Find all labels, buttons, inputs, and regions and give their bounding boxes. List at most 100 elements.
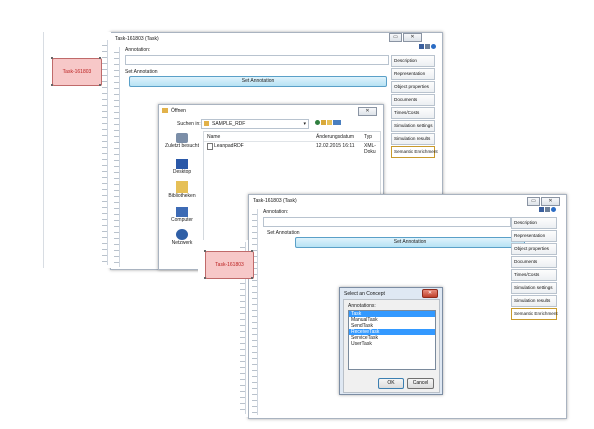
col-name-header[interactable]: Name	[207, 134, 220, 140]
tab-representation[interactable]: Representation	[391, 68, 435, 80]
front-window-controls: ▭ ✕	[527, 197, 560, 206]
folder-icon	[204, 121, 209, 126]
back-window-title: Task-161803 (Task)	[115, 36, 159, 42]
place-desktop[interactable]: Desktop	[163, 159, 201, 175]
tab-description[interactable]: Description	[511, 217, 557, 229]
node-handle	[251, 250, 253, 252]
front-set-annotation-button[interactable]: Set Annotation	[295, 237, 525, 248]
tab-object-properties[interactable]: Object properties	[391, 81, 435, 93]
info-icon[interactable]	[551, 207, 556, 212]
file-name: LeanpadRDF	[214, 143, 244, 149]
concept-dialog-body: Annotations: Task ManualTask SendTask Re…	[343, 299, 440, 393]
look-in-select[interactable]: SAMPLE_RDF ▾	[201, 119, 309, 129]
close-button[interactable]: ✕	[403, 33, 422, 42]
cancel-button[interactable]: Cancel	[407, 378, 434, 389]
concept-dialog-title: Select an Concept	[344, 291, 385, 297]
node-handle	[99, 84, 101, 86]
tab-representation[interactable]: Representation	[511, 230, 557, 242]
node-handle	[99, 57, 101, 59]
ok-button[interactable]: OK	[378, 378, 404, 389]
place-libraries[interactable]: Bibliotheken	[163, 181, 201, 199]
new-folder-icon[interactable]	[327, 120, 332, 125]
tab-documents[interactable]: Documents	[511, 256, 557, 268]
node-handle	[251, 277, 253, 279]
look-in-label: Suchen in:	[177, 121, 201, 127]
tab-simulation-results[interactable]: Simulation results	[511, 295, 557, 307]
node-handle	[204, 250, 206, 252]
tab-description[interactable]: Description	[391, 55, 435, 67]
tab-simulation-settings[interactable]: Simulation settings	[511, 282, 557, 294]
annotations-listbox[interactable]: Task ManualTask SendTask ReceiveTask Ser…	[348, 310, 436, 370]
header-divider	[204, 141, 380, 142]
chevron-down-icon: ▾	[303, 121, 306, 127]
front-annotation-label: Annotation:	[263, 209, 289, 215]
open-dialog-close-button[interactable]: ✕	[358, 107, 377, 116]
tab-semantic-enrichment[interactable]: Semantic Enrichment	[391, 146, 438, 158]
places-bar: Zuletzt besucht Desktop Bibliotheken Com…	[163, 131, 201, 267]
front-set-annotation-label: Set Annotation	[267, 230, 300, 236]
minimize-button[interactable]: ▭	[389, 33, 402, 42]
xml-file-icon	[207, 143, 213, 150]
computer-icon	[176, 207, 188, 217]
back-annotation-field[interactable]	[125, 55, 389, 65]
tab-object-properties[interactable]: Object properties	[511, 243, 557, 255]
place-label: Bibliotheken	[168, 193, 196, 199]
back-canvas-gutter	[102, 40, 108, 265]
save-icon[interactable]	[539, 207, 544, 212]
back-window-gutter	[114, 47, 120, 267]
file-type: XML-Doku	[364, 143, 376, 155]
up-folder-icon[interactable]	[321, 120, 326, 125]
concept-dialog: Select an Concept ✕ Annotations: Task Ma…	[339, 287, 443, 395]
back-icon[interactable]	[315, 120, 320, 125]
view-menu-icon[interactable]	[333, 120, 341, 125]
place-label: Zuletzt besucht	[165, 143, 199, 149]
file-date: 12.02.2015 16:11	[316, 143, 355, 149]
front-task-window: Task-161803 (Task) ▭ ✕ Annotation: Set A…	[248, 194, 567, 419]
print-icon[interactable]	[425, 44, 430, 49]
back-set-annotation-button[interactable]: Set Annotation	[129, 76, 387, 87]
place-label: Netzwerk	[171, 240, 193, 246]
print-icon[interactable]	[545, 207, 550, 212]
desktop-icon	[176, 159, 188, 169]
folder-icon	[162, 108, 168, 113]
back-window-controls: ▭ ✕	[389, 33, 422, 42]
back-toolbar-icons	[419, 44, 436, 49]
front-side-tabs: Description Representation Object proper…	[511, 217, 558, 320]
concept-dialog-close-button[interactable]: ✕	[422, 289, 438, 298]
network-icon	[176, 229, 188, 240]
place-label: Computer	[171, 217, 193, 223]
place-computer[interactable]: Computer	[163, 207, 201, 223]
back-set-annotation-label: Set Annotation	[125, 69, 158, 75]
place-network[interactable]: Netzwerk	[163, 229, 201, 246]
back-task-node[interactable]: Task-161803	[52, 58, 102, 86]
recent-places-icon	[176, 133, 188, 143]
info-icon[interactable]	[431, 44, 436, 49]
tab-simulation-settings[interactable]: Simulation settings	[391, 120, 435, 132]
tab-times-costs[interactable]: Times/Costs	[511, 269, 557, 281]
tab-times-costs[interactable]: Times/Costs	[391, 107, 435, 119]
col-type-header[interactable]: Typ	[364, 134, 372, 140]
front-task-node[interactable]: Task-161803	[205, 251, 254, 279]
place-recent[interactable]: Zuletzt besucht	[163, 133, 201, 149]
front-window-gutter	[252, 209, 258, 415]
tab-documents[interactable]: Documents	[391, 94, 435, 106]
open-dialog-title: Öffnen	[171, 108, 186, 114]
node-handle	[51, 57, 53, 59]
minimize-button[interactable]: ▭	[527, 197, 540, 206]
node-handle	[204, 277, 206, 279]
close-button[interactable]: ✕	[541, 197, 560, 206]
libraries-icon	[176, 181, 188, 193]
save-icon[interactable]	[419, 44, 424, 49]
front-toolbar-icons	[539, 207, 556, 212]
back-annotation-label: Annotation:	[125, 47, 151, 53]
tab-semantic-enrichment[interactable]: Semantic Enrichment	[511, 308, 558, 320]
file-row[interactable]: LeanpadRDF 12.02.2015 16:11 XML-Doku	[206, 143, 380, 155]
annotations-label: Annotations:	[348, 303, 376, 309]
concept-option-usertask[interactable]: UserTask	[349, 341, 435, 347]
open-dialog-toolbar	[315, 120, 341, 125]
tab-simulation-results[interactable]: Simulation results	[391, 133, 435, 145]
place-label: Desktop	[172, 169, 192, 175]
look-in-value: SAMPLE_RDF	[212, 121, 246, 127]
front-annotation-field[interactable]	[263, 217, 511, 227]
col-date-header[interactable]: Änderungsdatum	[316, 134, 354, 140]
